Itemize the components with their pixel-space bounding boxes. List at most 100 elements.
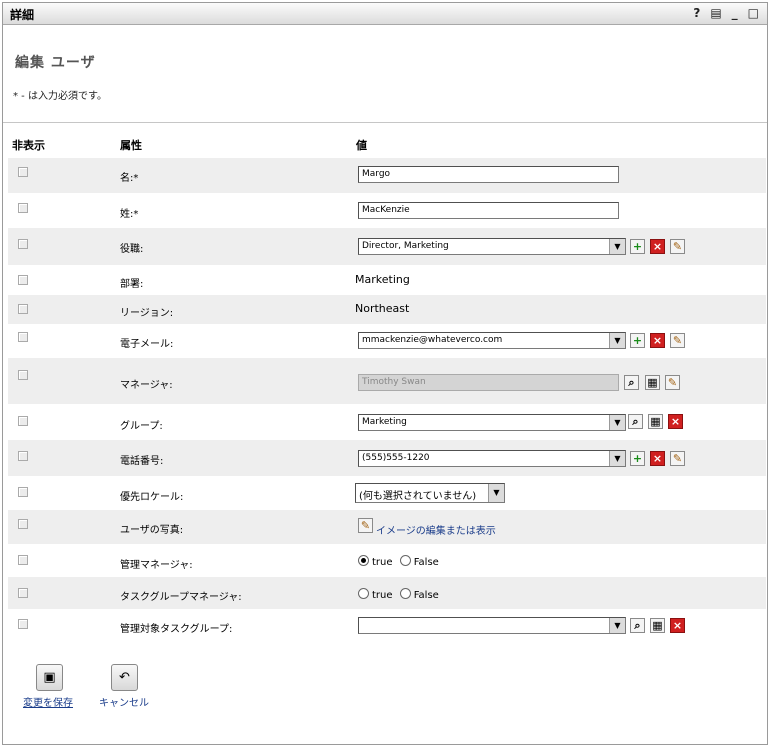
delete-icon[interactable]: × bbox=[650, 333, 665, 348]
hide-checkbox[interactable] bbox=[18, 416, 28, 426]
phone-select-value: (555)555-1220 bbox=[362, 453, 430, 463]
surname-input[interactable]: MacKenzie bbox=[358, 202, 619, 219]
locale-select-value: (何も選択されていません) bbox=[359, 491, 477, 502]
managed-task-groups-select[interactable]: ▼ bbox=[358, 617, 626, 634]
attribute-label: ユーザの写真: bbox=[120, 525, 184, 536]
radio-false-label: False bbox=[413, 590, 439, 601]
radio-true-label: true bbox=[372, 590, 393, 601]
help-icon[interactable]: ? bbox=[693, 6, 700, 20]
radio-true[interactable] bbox=[358, 588, 369, 599]
attribute-label: リージョン: bbox=[120, 308, 174, 319]
locale-select[interactable]: (何も選択されていません) ▼ bbox=[355, 483, 505, 503]
edit-icon[interactable]: ✎ bbox=[670, 451, 685, 466]
hide-checkbox[interactable] bbox=[18, 370, 28, 380]
row-photo: ユーザの写真: ✎ イメージの編集または表示 bbox=[8, 510, 766, 544]
hide-checkbox[interactable] bbox=[18, 304, 28, 314]
search-icon[interactable]: ⌕ bbox=[628, 414, 643, 429]
hide-checkbox[interactable] bbox=[18, 619, 28, 629]
email-select[interactable]: mmackenzie@whateverco.com ▼ bbox=[358, 332, 626, 349]
attribute-label: グループ: bbox=[120, 421, 163, 432]
attribute-label: 姓:* bbox=[120, 209, 139, 220]
attribute-label: 管理対象タスクグループ: bbox=[120, 624, 233, 635]
attribute-label: 部署: bbox=[120, 279, 144, 290]
edit-icon[interactable]: ✎ bbox=[670, 239, 685, 254]
chevron-down-icon[interactable]: ▼ bbox=[488, 484, 504, 502]
manager-input: Timothy Swan bbox=[358, 374, 619, 391]
department-value: Marketing bbox=[355, 273, 410, 286]
row-department: 部署: Marketing bbox=[8, 265, 766, 295]
cancel-icon[interactable]: ↶ bbox=[111, 664, 138, 691]
title-select[interactable]: Director, Marketing ▼ bbox=[358, 238, 626, 255]
cancel-button[interactable]: キャンセル bbox=[99, 694, 149, 709]
hide-checkbox[interactable] bbox=[18, 332, 28, 342]
radio-true[interactable] bbox=[358, 555, 369, 566]
hide-checkbox[interactable] bbox=[18, 203, 28, 213]
hide-checkbox[interactable] bbox=[18, 239, 28, 249]
add-icon[interactable]: + bbox=[630, 239, 645, 254]
attribute-label: 電話番号: bbox=[120, 456, 164, 467]
divider bbox=[3, 122, 767, 123]
row-surname: 姓:* MacKenzie bbox=[8, 193, 766, 228]
attribute-label: 役職: bbox=[120, 244, 144, 255]
hide-checkbox[interactable] bbox=[18, 167, 28, 177]
delete-icon[interactable]: × bbox=[668, 414, 683, 429]
maximize-icon[interactable]: □ bbox=[748, 6, 759, 20]
region-value: Northeast bbox=[355, 302, 410, 315]
radio-false-label: False bbox=[413, 557, 439, 568]
column-header-attribute: 属性 bbox=[120, 139, 142, 152]
edit-image-icon[interactable]: ✎ bbox=[358, 518, 373, 533]
hide-checkbox[interactable] bbox=[18, 588, 28, 598]
row-region: リージョン: Northeast bbox=[8, 295, 766, 324]
is-manager-radio-group: true False bbox=[358, 555, 439, 568]
delete-icon[interactable]: × bbox=[650, 239, 665, 254]
browse-icon[interactable]: ▦ bbox=[648, 414, 663, 429]
row-phone: 電話番号: (555)555-1220 ▼ + × ✎ bbox=[8, 440, 766, 476]
radio-false[interactable] bbox=[399, 588, 411, 599]
task-group-manager-radio-group: true False bbox=[358, 588, 439, 601]
hide-checkbox[interactable] bbox=[18, 275, 28, 285]
minimize-icon[interactable]: _ bbox=[732, 6, 738, 20]
row-manager: マネージャ: Timothy Swan ⌕ ▦ ✎ bbox=[8, 358, 766, 404]
hide-checkbox[interactable] bbox=[18, 487, 28, 497]
hide-checkbox[interactable] bbox=[18, 519, 28, 529]
edit-icon[interactable]: ✎ bbox=[670, 333, 685, 348]
hide-checkbox[interactable] bbox=[18, 555, 28, 565]
print-icon[interactable]: ▤ bbox=[710, 6, 721, 20]
attribute-label: マネージャ: bbox=[120, 380, 173, 391]
row-title: 役職: Director, Marketing ▼ + × ✎ bbox=[8, 228, 766, 265]
portlet-titlebar: 詳細 ? ▤ _ □ bbox=[3, 3, 767, 25]
add-icon[interactable]: + bbox=[630, 451, 645, 466]
edit-image-link[interactable]: イメージの編集または表示 bbox=[376, 522, 496, 537]
delete-icon[interactable]: × bbox=[670, 618, 685, 633]
attribute-label: 優先ロケール: bbox=[120, 492, 184, 503]
browse-icon[interactable]: ▦ bbox=[650, 618, 665, 633]
group-select[interactable]: Marketing ▼ bbox=[358, 414, 626, 431]
page-title: 編集 ユーザ bbox=[15, 55, 96, 71]
required-note: * - は入力必須です。 bbox=[13, 91, 107, 102]
chevron-down-icon[interactable]: ▼ bbox=[609, 451, 625, 466]
edit-icon[interactable]: ✎ bbox=[665, 375, 680, 390]
chevron-down-icon[interactable]: ▼ bbox=[609, 415, 625, 430]
row-email: 電子メール: mmackenzie@whateverco.com ▼ + × ✎ bbox=[8, 324, 766, 358]
save-button[interactable]: 変更を保存 bbox=[23, 694, 73, 709]
column-header-value: 値 bbox=[356, 139, 367, 152]
delete-icon[interactable]: × bbox=[650, 451, 665, 466]
attribute-label: 名:* bbox=[120, 173, 139, 184]
radio-true-label: true bbox=[372, 557, 393, 568]
search-icon[interactable]: ⌕ bbox=[624, 375, 639, 390]
row-task-group-manager: タスクグループマネージャ: true False bbox=[8, 577, 766, 609]
hide-checkbox[interactable] bbox=[18, 451, 28, 461]
phone-select[interactable]: (555)555-1220 ▼ bbox=[358, 450, 626, 467]
browse-icon[interactable]: ▦ bbox=[645, 375, 660, 390]
chevron-down-icon[interactable]: ▼ bbox=[609, 239, 625, 254]
search-icon[interactable]: ⌕ bbox=[630, 618, 645, 633]
row-locale: 優先ロケール: (何も選択されていません) ▼ bbox=[8, 476, 766, 510]
given-name-input[interactable]: Margo bbox=[358, 166, 619, 183]
attribute-label: 電子メール: bbox=[120, 339, 174, 350]
chevron-down-icon[interactable]: ▼ bbox=[609, 618, 625, 633]
save-icon[interactable]: ▣ bbox=[36, 664, 63, 691]
add-icon[interactable]: + bbox=[630, 333, 645, 348]
chevron-down-icon[interactable]: ▼ bbox=[609, 333, 625, 348]
radio-false[interactable] bbox=[399, 555, 411, 566]
row-given-name: 名:* Margo bbox=[8, 158, 766, 193]
